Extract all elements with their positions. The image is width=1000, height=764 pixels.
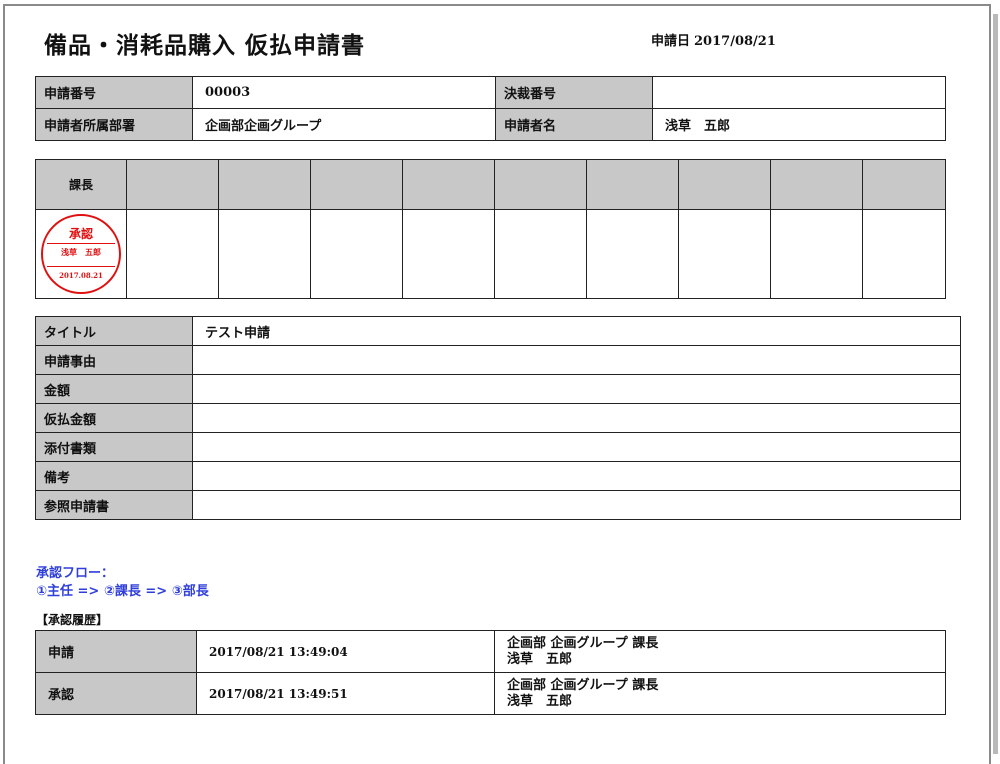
details-row: 金額	[35, 374, 961, 404]
department-value: 企画部企画グループ	[192, 108, 496, 141]
header-table: 申請番号 00003 決裁番号 申請者所属部署 企画部企画グループ 申請者名 浅…	[35, 76, 946, 141]
advance-amount-label: 仮払金額	[35, 403, 193, 433]
approval-stamp-cell-4	[310, 209, 403, 299]
approval-flow-steps: ①主任 => ②課長 => ③部長	[36, 584, 209, 599]
approver-role-2	[126, 159, 219, 210]
approval-stamp-cell-2	[126, 209, 219, 299]
remarks-value	[192, 461, 961, 491]
stamp-name: 浅草 五郎	[61, 248, 101, 257]
approver-role-4	[310, 159, 403, 210]
advance-amount-value	[192, 403, 961, 433]
approval-flow: 承認フロー： ①主任 => ②課長 => ③部長	[36, 565, 209, 601]
application-date-value: 2017/08/21	[694, 34, 776, 49]
approval-stamp-cell-8	[678, 209, 771, 299]
history-table: 申請 2017/08/21 13:49:04 企画部 企画グループ 課長 浅草 …	[35, 630, 946, 715]
history-datetime: 2017/08/21 13:49:51	[196, 672, 495, 715]
decision-no-label: 決裁番号	[495, 76, 653, 109]
title-value: テスト申請	[192, 316, 961, 346]
approval-flow-title: 承認フロー：	[36, 566, 115, 581]
approval-stamp-cell-7	[586, 209, 679, 299]
application-date: 申請日 2017/08/21	[651, 30, 776, 49]
page-shadow	[993, 14, 998, 754]
reference-label: 参照申請書	[35, 490, 193, 520]
title-label: タイトル	[35, 316, 193, 346]
history-approver: 企画部 企画グループ 課長 浅草 五郎	[494, 672, 946, 715]
history-approver: 企画部 企画グループ 課長 浅草 五郎	[494, 630, 946, 673]
details-row: 申請事由	[35, 345, 961, 375]
table-row: 承認 2017/08/21 13:49:51 企画部 企画グループ 課長 浅草 …	[35, 672, 946, 715]
history-dept: 企画部 企画グループ 課長	[507, 677, 659, 693]
history-heading: 【承認履歴】	[36, 613, 109, 627]
approver-role-1: 課長	[35, 159, 127, 210]
application-no-value: 00003	[192, 76, 496, 109]
approval-stamp-cell-9	[770, 209, 863, 299]
approval-stamp-cell-5	[402, 209, 495, 299]
applicant-value: 浅草 五郎	[652, 108, 946, 141]
reason-label: 申請事由	[35, 345, 193, 375]
approver-role-5	[402, 159, 495, 210]
details-row: 添付書類	[35, 432, 961, 462]
stamp-date: 2017.08.21	[59, 271, 103, 280]
table-row: 申請 2017/08/21 13:49:04 企画部 企画グループ 課長 浅草 …	[35, 630, 946, 673]
approval-stamp-cell-6	[494, 209, 587, 299]
reason-value	[192, 345, 961, 375]
approver-role-3	[218, 159, 311, 210]
details-row: 参照申請書	[35, 490, 961, 520]
details-row: 備考	[35, 461, 961, 491]
decision-no-value	[652, 76, 946, 109]
approver-role-8	[678, 159, 771, 210]
document-title: 備品・消耗品購入 仮払申請書	[44, 33, 366, 59]
application-no-label: 申請番号	[35, 76, 193, 109]
approval-stamp-cell-1: 承認 浅草 五郎 2017.08.21	[35, 209, 127, 299]
history-action: 申請	[35, 630, 197, 673]
details-table: タイトル テスト申請 申請事由 金額 仮払金額 添付書類 備考 参照申請書	[35, 316, 961, 520]
approval-stamp: 承認 浅草 五郎 2017.08.21	[41, 214, 121, 294]
remarks-label: 備考	[35, 461, 193, 491]
application-date-label: 申請日	[651, 34, 691, 49]
amount-label: 金額	[35, 374, 193, 404]
applicant-label: 申請者名	[495, 108, 653, 141]
history-dept: 企画部 企画グループ 課長	[507, 635, 659, 651]
department-label: 申請者所属部署	[35, 108, 193, 141]
stamp-status: 承認	[68, 227, 93, 241]
details-row: 仮払金額	[35, 403, 961, 433]
amount-value	[192, 374, 961, 404]
approver-role-9	[770, 159, 863, 210]
approver-role-6	[494, 159, 587, 210]
details-row: タイトル テスト申請	[35, 316, 961, 346]
history-name: 浅草 五郎	[507, 693, 573, 709]
approval-stamp-table: 課長 承認 浅草 五郎 2017.08.21	[35, 159, 946, 299]
approver-role-10	[862, 159, 946, 210]
reference-value	[192, 490, 961, 520]
history-name: 浅草 五郎	[507, 651, 573, 667]
approval-stamp-cell-10	[862, 209, 946, 299]
approver-role-7	[586, 159, 679, 210]
attachments-label: 添付書類	[35, 432, 193, 462]
history-action: 承認	[35, 672, 197, 715]
history-datetime: 2017/08/21 13:49:04	[196, 630, 495, 673]
attachments-value	[192, 432, 961, 462]
approval-stamp-cell-3	[218, 209, 311, 299]
